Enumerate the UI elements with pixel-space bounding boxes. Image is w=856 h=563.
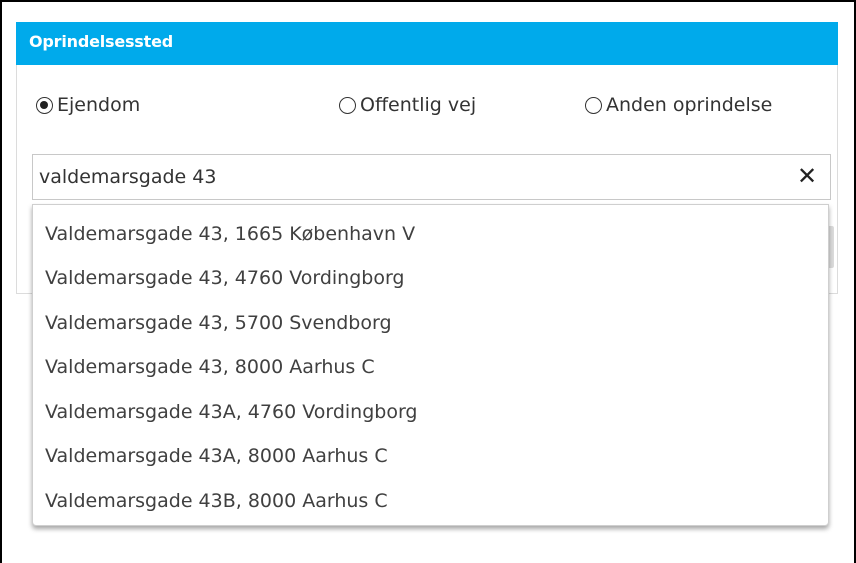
suggestion-item[interactable]: Valdemarsgade 43A, 8000 Aarhus C — [45, 441, 815, 471]
radio-label-offentlig-vej: Offentlig vej — [360, 94, 477, 116]
radio-label-anden-oprindelse: Anden oprindelse — [606, 94, 773, 116]
suggestion-item[interactable]: Valdemarsgade 43, 5700 Svendborg — [45, 308, 815, 338]
radio-ejendom[interactable]: Ejendom — [36, 92, 140, 118]
suggestion-item[interactable]: Valdemarsgade 43, 4760 Vordingborg — [45, 263, 815, 293]
suggestion-item[interactable]: Valdemarsgade 43B, 8000 Aarhus C — [45, 486, 815, 516]
radio-unchecked-icon[interactable] — [339, 96, 356, 114]
radio-offentlig-vej[interactable]: Offentlig vej — [339, 92, 476, 118]
radio-checked-icon[interactable] — [36, 96, 53, 114]
suggestion-item[interactable]: Valdemarsgade 43A, 4760 Vordingborg — [45, 397, 815, 427]
suggestion-dropdown: Valdemarsgade 43, 1665 København V Valde… — [32, 204, 829, 526]
radio-label-ejendom: Ejendom — [57, 94, 141, 116]
radio-anden-oprindelse[interactable]: Anden oprindelse — [585, 92, 772, 118]
address-search-input[interactable] — [39, 163, 779, 191]
suggestion-item[interactable]: Valdemarsgade 43, 1665 København V — [45, 219, 815, 249]
panel-header: Oprindelsessted — [16, 22, 838, 65]
radio-unchecked-icon[interactable] — [585, 96, 602, 114]
suggestion-item[interactable]: Valdemarsgade 43, 8000 Aarhus C — [45, 352, 815, 382]
close-icon[interactable]: ✕ — [796, 164, 818, 188]
panel-title: Oprindelsessted — [29, 32, 173, 51]
address-search-box[interactable]: ✕ — [32, 154, 831, 200]
